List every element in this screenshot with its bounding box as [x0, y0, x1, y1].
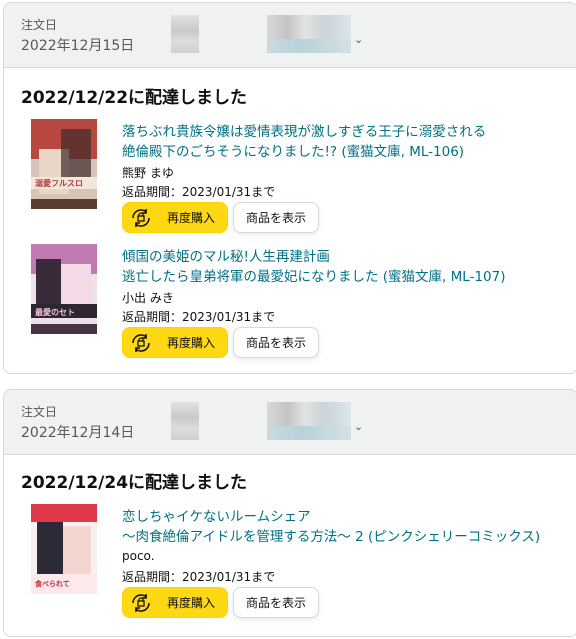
- item-title-link[interactable]: 恋しちゃイケないルームシェア: [122, 507, 311, 527]
- item-author: poco.: [122, 549, 155, 563]
- item-title-link[interactable]: 落ちぶれ貴族令嬢は愛情表現が激しすぎる王子に溺愛される: [122, 122, 486, 142]
- order-header: 注文日 2022年12月14日 ⌄: [4, 390, 576, 455]
- redacted-total: [171, 15, 199, 53]
- order-date: 2022年12月15日: [21, 38, 135, 54]
- order-header: 注文日 2022年12月15日 ⌄: [4, 3, 576, 68]
- svg-text:最愛のセト: 最愛のセト: [35, 307, 75, 317]
- redacted-recipient[interactable]: [267, 402, 351, 440]
- view-item-button[interactable]: 商品を表示: [233, 327, 319, 358]
- order-date: 2022年12月14日: [21, 425, 135, 441]
- buy-again-label: 再度購入: [167, 336, 216, 350]
- book-cover[interactable]: 溺愛フルスロ: [31, 119, 97, 209]
- item-title-link[interactable]: ～肉食絶倫アイドルを管理する方法～ 2 (ピンクシェリーコミックス): [122, 527, 540, 547]
- chevron-down-icon[interactable]: ⌄: [354, 420, 363, 433]
- buy-again-button[interactable]: 再度購入: [122, 587, 228, 618]
- book-cover[interactable]: 食べられて: [31, 504, 97, 594]
- redacted-recipient[interactable]: [267, 15, 351, 53]
- svg-text:溺愛フルスロ: 溺愛フルスロ: [35, 178, 83, 188]
- buy-again-button[interactable]: 再度購入: [122, 327, 228, 358]
- delivery-status: 2022/12/22に配達しました: [21, 88, 248, 108]
- item-author: 熊野 まゆ: [122, 166, 174, 180]
- return-period: 返品期間：2023/01/31まで: [122, 570, 276, 584]
- view-item-button[interactable]: 商品を表示: [233, 587, 319, 618]
- redacted-total: [171, 402, 199, 440]
- item-title-link[interactable]: 傾国の美姫のマル秘!人生再建計画: [122, 247, 330, 267]
- view-item-button[interactable]: 商品を表示: [233, 202, 319, 233]
- chevron-down-icon[interactable]: ⌄: [354, 33, 363, 46]
- buy-again-label: 再度購入: [167, 211, 216, 225]
- return-period: 返品期間：2023/01/31まで: [122, 185, 276, 199]
- item-title-link[interactable]: 逃亡したら皇弟将軍の最愛妃になりました (蜜猫文庫, ML-107): [122, 267, 505, 287]
- return-period: 返品期間：2023/01/31まで: [122, 310, 276, 324]
- order-card: 注文日 2022年12月14日 ⌄ 2022/12/24に配達しました 食べられ…: [3, 389, 576, 637]
- delivery-status: 2022/12/24に配達しました: [21, 473, 248, 493]
- item-author: 小出 みき: [122, 291, 174, 305]
- order-date-label: 注文日: [21, 18, 58, 32]
- repeat-cart-icon: [132, 593, 150, 612]
- order-card: 注文日 2022年12月15日 ⌄ 2022/12/22に配達しました 溺愛フル…: [3, 2, 576, 374]
- svg-text:食べられて: 食べられて: [34, 579, 70, 588]
- book-cover[interactable]: 最愛のセト: [31, 244, 97, 334]
- buy-again-button[interactable]: 再度購入: [122, 202, 228, 233]
- repeat-cart-icon: [132, 208, 150, 227]
- buy-again-label: 再度購入: [167, 596, 216, 610]
- item-title-link[interactable]: 絶倫殿下のごちそうになりました!? (蜜猫文庫, ML-106): [122, 142, 464, 162]
- repeat-cart-icon: [132, 333, 150, 352]
- order-date-label: 注文日: [21, 405, 58, 419]
